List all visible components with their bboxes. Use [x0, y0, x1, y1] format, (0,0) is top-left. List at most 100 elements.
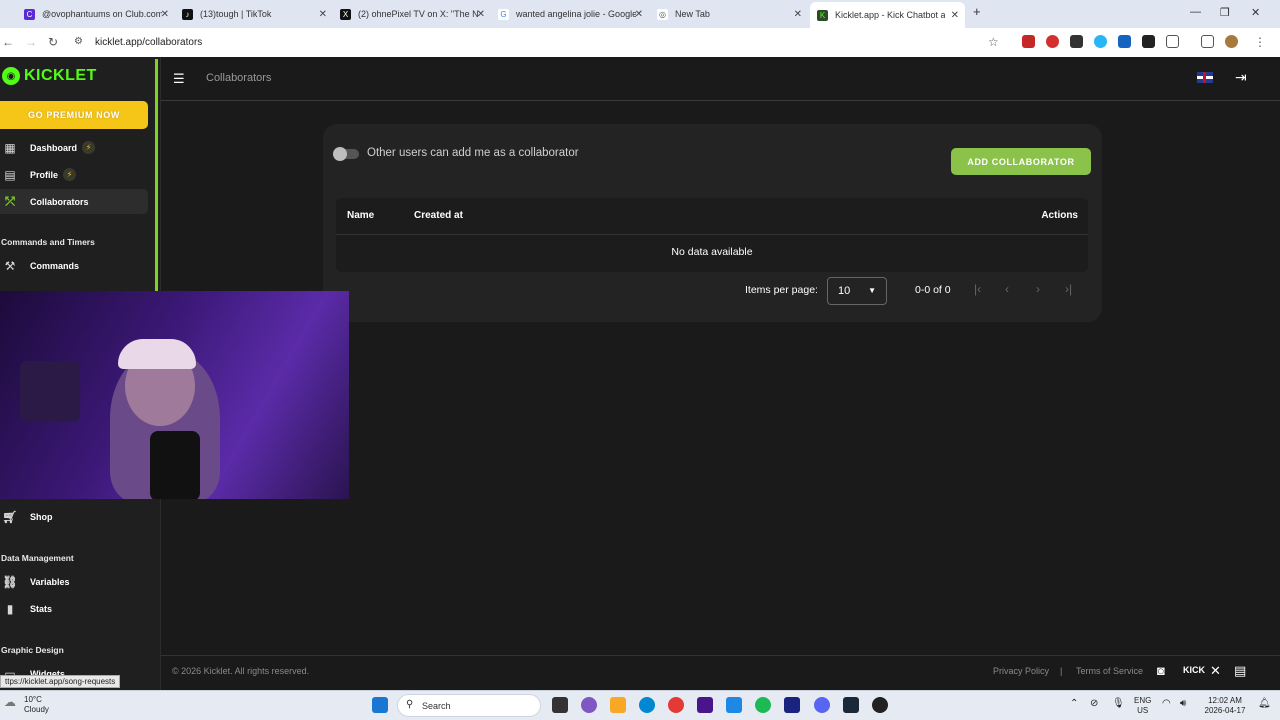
sidebar-item-shop[interactable]: 🛒︎ Shop — [0, 504, 148, 529]
close-icon[interactable]: ✕ — [794, 9, 802, 20]
kicklet-logo[interactable]: ◉ KICKLET — [2, 67, 97, 85]
sidebar-item-variables[interactable]: ⛓ Variables — [0, 569, 148, 594]
next-page-icon[interactable]: › — [1036, 282, 1040, 296]
weather-widget[interactable]: 10°C Cloudy — [24, 695, 49, 715]
discord-icon[interactable]: ◙ — [1157, 663, 1165, 678]
column-header-name[interactable]: Name — [347, 210, 374, 221]
close-icon[interactable]: ✕ — [477, 9, 485, 20]
volume-icon[interactable]: 🔊︎ — [1180, 699, 1186, 709]
empty-state-text: No data available — [671, 246, 753, 258]
browser-tab-4[interactable]: G wanted angelina jolie - Google ✕ — [498, 4, 643, 24]
clock[interactable]: 12:02 AM 2026-04-17 — [1202, 696, 1248, 716]
window-close-icon[interactable]: ✕ — [1251, 6, 1260, 19]
browser-tab-3[interactable]: X (2) ohnePixel TV on X: "The Ne ✕ — [340, 4, 485, 24]
taskbar-search[interactable]: ⚲ Search — [397, 694, 541, 717]
x-social-icon[interactable]: ✕ — [1210, 663, 1221, 679]
kicklet-favicon-icon: K — [817, 9, 828, 21]
webcam-microphone — [150, 431, 200, 499]
kick-icon[interactable]: KICK — [1183, 665, 1205, 675]
extension-icon[interactable] — [1118, 35, 1131, 48]
document-icon[interactable]: ▤ — [1234, 663, 1246, 679]
sidebar-item-commands[interactable]: ⚒ Commands — [0, 253, 148, 278]
profile-avatar[interactable] — [1225, 35, 1238, 48]
url-field[interactable]: kicklet.app/collaborators — [95, 37, 202, 48]
file-explorer-icon[interactable] — [610, 697, 626, 713]
extension-icon[interactable] — [1094, 35, 1107, 48]
language-indicator[interactable]: ENG US — [1134, 696, 1151, 716]
kicklet-logo-icon: ◉ — [2, 67, 20, 85]
extensions-puzzle-icon[interactable] — [1166, 35, 1179, 48]
go-premium-button[interactable]: GO PREMIUM NOW — [0, 101, 148, 129]
allow-collaborators-toggle[interactable] — [333, 147, 359, 161]
items-per-page-select[interactable]: 10 ▼ — [827, 277, 887, 305]
task-view-icon[interactable] — [552, 697, 568, 713]
extension-icon[interactable] — [1070, 35, 1083, 48]
copilot-icon[interactable] — [581, 697, 597, 713]
microphone-icon[interactable]: 🎙︎ — [1112, 699, 1125, 709]
steam-icon[interactable] — [843, 697, 859, 713]
forward-icon[interactable]: → — [25, 35, 37, 49]
premiere-icon[interactable] — [784, 697, 800, 713]
reload-icon[interactable]: ↻ — [48, 35, 58, 49]
tray-chevron-icon[interactable]: ⌃ — [1070, 699, 1078, 709]
back-icon[interactable]: ← — [2, 35, 14, 49]
minimize-icon[interactable]: — — [1190, 6, 1201, 18]
sidebar-item-stats[interactable]: ▮ Stats — [0, 596, 148, 621]
new-tab-favicon-icon: ◎ — [657, 8, 668, 20]
extension-icon[interactable] — [1142, 35, 1155, 48]
notifications-icon[interactable]: 🔔︎ — [1258, 699, 1271, 709]
obs-icon[interactable] — [872, 697, 888, 713]
link-icon: ⛓ — [2, 574, 18, 589]
browser-tab-2[interactable]: ♪ (13)tough | TikTok ✕ — [182, 4, 327, 24]
sidebar-scroll-accent — [155, 59, 158, 291]
uk-flag-icon[interactable] — [1197, 72, 1213, 83]
items-per-page-label: Items per page: — [745, 284, 818, 296]
windows-start-icon[interactable] — [372, 697, 388, 713]
reading-list-icon[interactable] — [1201, 35, 1214, 48]
next-app-icon[interactable] — [697, 697, 713, 713]
sidebar-item-dashboard[interactable]: ▦ Dashboard ⚡ — [0, 135, 148, 160]
first-page-icon[interactable]: |‹ — [974, 282, 981, 296]
browser-tab-1[interactable]: C @ovophantuums on Club.com ✕ — [24, 4, 169, 24]
sidebar-item-collaborators[interactable]: ⤱ Collaborators — [0, 189, 148, 214]
browser-tab-5[interactable]: ◎ New Tab ✕ — [657, 4, 802, 24]
app-header: ☰ Collaborators ⇥ — [161, 57, 1280, 101]
copyright-text: © 2026 Kicklet. All rights reserved. — [172, 666, 310, 676]
column-header-created-at[interactable]: Created at — [414, 210, 463, 221]
section-commands-and-timers: Commands and Timers — [1, 237, 95, 247]
browser-tab-6-active[interactable]: K Kicklet.app - Kick Chatbot and ✕ — [810, 2, 965, 28]
close-icon[interactable]: ✕ — [319, 9, 327, 20]
bookmark-star-icon[interactable]: ☆ — [988, 35, 999, 49]
prev-page-icon[interactable]: ‹ — [1005, 282, 1009, 296]
caret-down-icon: ▼ — [868, 286, 876, 295]
terms-of-service-link[interactable]: Terms of Service — [1076, 666, 1143, 676]
discord-taskbar-icon[interactable] — [814, 697, 830, 713]
site-info-icon[interactable]: ⚙ — [74, 36, 83, 47]
cloud-icon[interactable]: ☁ — [4, 696, 16, 708]
wifi-icon[interactable]: ◠ — [1162, 699, 1171, 709]
maximize-icon[interactable]: ❐ — [1220, 6, 1230, 19]
edge-icon[interactable] — [639, 697, 655, 713]
bar-chart-icon: ▮ — [6, 601, 14, 616]
sidebar-item-profile[interactable]: ▤ Profile ⚡ — [0, 162, 148, 187]
add-collaborator-button[interactable]: ADD COLLABORATOR — [951, 148, 1091, 175]
privacy-policy-link[interactable]: Privacy Policy — [993, 666, 1049, 676]
extension-icon[interactable] — [1046, 35, 1059, 48]
spotify-icon[interactable] — [755, 697, 771, 713]
webcam-background-shelf — [20, 361, 80, 421]
new-tab-button[interactable]: + — [973, 4, 981, 19]
close-icon[interactable]: ✕ — [161, 9, 169, 20]
menu-toggle-icon[interactable]: ☰ — [173, 71, 185, 87]
extension-icon[interactable] — [1022, 35, 1035, 48]
last-page-icon[interactable]: ›| — [1065, 282, 1072, 296]
browser-menu-icon[interactable]: ⋮ — [1254, 35, 1266, 49]
google-favicon-icon: G — [498, 8, 509, 20]
chrome-icon[interactable] — [668, 697, 684, 713]
tiktok-favicon-icon: ♪ — [182, 8, 193, 20]
cart-icon: 🛒︎ — [2, 509, 18, 524]
network-icon[interactable]: ⊘ — [1090, 699, 1098, 709]
logout-icon[interactable]: ⇥ — [1235, 69, 1247, 86]
app-icon[interactable] — [726, 697, 742, 713]
close-icon[interactable]: ✕ — [635, 9, 643, 20]
close-icon[interactable]: ✕ — [951, 10, 959, 21]
